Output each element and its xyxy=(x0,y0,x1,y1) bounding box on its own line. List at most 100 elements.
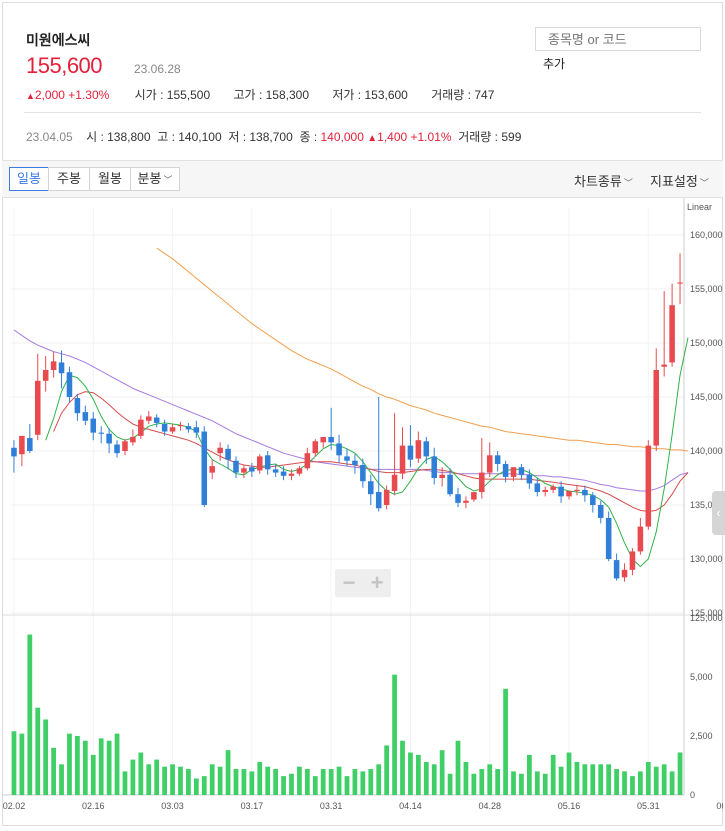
zoom-out-button[interactable]: − xyxy=(335,569,363,597)
volume: 거래량 : 747 xyxy=(431,88,495,102)
volume-bar xyxy=(447,773,453,795)
date-tick-label: 03.03 xyxy=(161,801,184,811)
price-date: 23.06.28 xyxy=(134,62,181,76)
candle-body xyxy=(375,492,382,509)
candle-body xyxy=(249,467,255,472)
tab-daily[interactable]: 일봉 xyxy=(9,167,49,191)
price-tick-label: 160,000 xyxy=(690,230,723,240)
tab-minute[interactable]: 분봉 ﹀ xyxy=(130,167,180,191)
candle-body xyxy=(431,456,437,478)
candle-body xyxy=(82,412,89,421)
candle-body xyxy=(542,489,549,493)
candle-body xyxy=(407,445,414,460)
chevron-down-icon: ﹀ xyxy=(163,175,173,185)
volume-bar xyxy=(43,719,49,795)
volume-bar xyxy=(130,759,136,795)
price-change: ▲2,000 +1.30% xyxy=(26,88,109,102)
candle-body xyxy=(280,471,287,476)
volume-bar xyxy=(75,736,80,795)
volume-bar xyxy=(67,733,72,795)
volume-bar xyxy=(677,752,683,795)
candle-body xyxy=(257,456,263,471)
candle-body xyxy=(122,441,128,451)
tab-monthly[interactable]: 월봉 xyxy=(89,167,131,191)
side-panel-toggle[interactable]: ‹ xyxy=(712,491,725,535)
hover-open: 시 : 138,800 xyxy=(86,130,151,144)
open-price: 시가 : 155,500 xyxy=(134,88,211,102)
add-button[interactable]: 추가 xyxy=(543,55,565,72)
candle-body xyxy=(320,436,326,443)
volume-bar xyxy=(225,750,231,795)
volume-bar xyxy=(193,778,199,795)
zoom-in-button[interactable]: + xyxy=(363,569,391,597)
volume-bar xyxy=(352,769,358,795)
date-tick-label: 03.31 xyxy=(320,801,343,811)
volume-bar xyxy=(320,769,326,795)
volume-bar xyxy=(669,771,675,795)
volume-bar xyxy=(566,752,572,795)
candle-body xyxy=(288,473,295,476)
candle-body xyxy=(629,551,636,570)
volume-bar xyxy=(511,771,516,795)
volume-bar xyxy=(304,769,310,795)
volume-bar xyxy=(265,766,271,795)
stock-name[interactable]: 미원에스씨 xyxy=(26,30,90,50)
volume-bar xyxy=(415,754,421,795)
candle-body xyxy=(312,441,319,454)
volume-bar xyxy=(622,771,627,795)
candle-body xyxy=(27,438,33,451)
volume-bar xyxy=(455,740,461,795)
volume-bar xyxy=(503,688,508,795)
candle-body xyxy=(597,505,604,518)
candle-body xyxy=(558,486,564,497)
volume-bar xyxy=(653,766,659,795)
price-change-text: 2,000 +1.30% xyxy=(34,88,110,102)
indicator-settings-menu[interactable]: 지표설정 ﹀ xyxy=(650,171,709,190)
candle-body xyxy=(423,441,430,457)
volume-bar xyxy=(630,776,635,795)
candle-body xyxy=(58,362,65,374)
volume-bar xyxy=(11,731,17,795)
volume-bar xyxy=(384,745,390,795)
candle-body xyxy=(272,469,279,473)
price-tick-label: 130,000 xyxy=(690,554,723,564)
candle-body xyxy=(582,489,588,496)
candle-body xyxy=(383,489,390,505)
chart-type-menu[interactable]: 차트종류 ﹀ xyxy=(574,171,633,190)
volume-bar xyxy=(336,766,342,795)
volume-bar xyxy=(249,771,255,795)
tab-weekly[interactable]: 주봉 xyxy=(48,167,90,191)
candle-body xyxy=(66,372,73,397)
stock-search-input[interactable] xyxy=(535,27,701,51)
volume-bar xyxy=(35,707,41,795)
low-price: 저가 : 153,600 xyxy=(332,88,408,102)
volume-bar xyxy=(495,769,501,795)
scale-label: Linear xyxy=(687,202,712,212)
date-tick-label: 02.02 xyxy=(3,801,26,811)
volume-bar xyxy=(297,766,302,795)
volume-bar xyxy=(289,773,294,795)
candle-body xyxy=(130,436,136,443)
volume-bar xyxy=(186,769,191,795)
chart-area[interactable]: Linear 160,000 155,000 150,000 145,000 140,00… xyxy=(2,198,725,826)
candle-body xyxy=(352,460,358,466)
candle-body xyxy=(494,455,501,464)
candle-body xyxy=(74,398,81,414)
candle-body xyxy=(574,489,580,491)
volume-bar xyxy=(392,674,397,795)
chart-toolbar: 일봉 주봉 월봉 분봉 ﹀ 차트종류 ﹀ 지표설정 ﹀ xyxy=(2,160,723,198)
candle-body xyxy=(518,467,525,475)
volume-bar xyxy=(519,773,524,795)
ma120-line xyxy=(156,247,689,452)
volume-bar xyxy=(257,761,263,795)
volume-bar xyxy=(582,764,588,795)
price-volume-chart[interactable]: Linear 160,000 155,000 150,000 145,000 140,00… xyxy=(2,198,725,826)
candle-body xyxy=(447,474,453,495)
up-triangle-icon: ▲ xyxy=(367,133,378,144)
volume-bar xyxy=(122,771,128,795)
volume-bar xyxy=(471,773,477,795)
candle-body xyxy=(114,444,120,454)
date-tick-label: 04.28 xyxy=(478,801,501,811)
candle-body xyxy=(566,490,572,497)
candle-body xyxy=(296,468,303,474)
